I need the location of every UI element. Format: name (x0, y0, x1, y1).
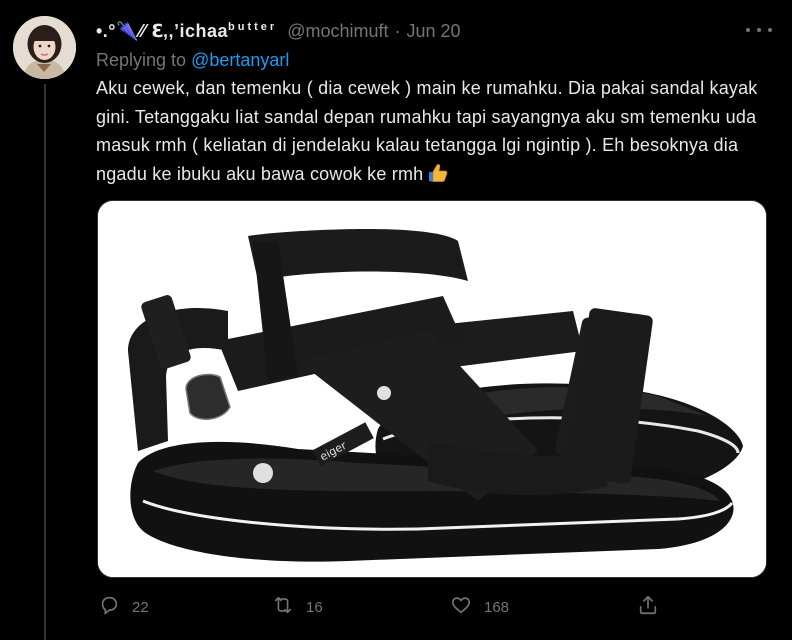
retweet-icon (272, 594, 294, 620)
tweet-actions: 22 16 168 (96, 594, 676, 620)
retweet-button[interactable]: 16 (272, 594, 323, 620)
avatar[interactable] (13, 16, 76, 79)
thread-line (44, 84, 46, 640)
user-handle[interactable]: @mochimuft (287, 21, 388, 42)
replying-to-mention[interactable]: @bertanyarl (191, 50, 289, 70)
sandal-image: eiger (98, 201, 766, 577)
display-name[interactable]: •.°🌂⁄⁄ ℇ,,ʼichaabutter (96, 21, 277, 42)
replying-to-label: Replying to (96, 50, 187, 70)
retweet-count: 16 (306, 598, 323, 616)
tweet-date[interactable]: Jun 20 (406, 21, 460, 42)
separator-dot: · (394, 20, 401, 41)
tweet-header: •.°🌂⁄⁄ ℇ,,ʼichaabutter @mochimuft · Jun … (96, 18, 772, 44)
heart-icon (450, 594, 472, 620)
share-icon (637, 594, 659, 620)
share-button[interactable] (637, 594, 659, 620)
like-button[interactable]: 168 (450, 594, 509, 620)
reply-button[interactable]: 22 (98, 594, 149, 620)
display-name-superscript: butter (228, 20, 278, 33)
reply-icon (98, 594, 120, 620)
tweet-image[interactable]: eiger (97, 200, 767, 578)
tweet-text: Aku cewek, dan temenku ( dia cewek ) mai… (96, 74, 776, 188)
thumbs-up-icon (427, 162, 449, 184)
like-count: 168 (484, 598, 510, 616)
more-options-icon[interactable] (746, 20, 772, 40)
avatar-image (13, 16, 76, 79)
replying-to: Replying to @bertanyarl (96, 50, 289, 71)
reply-count: 22 (132, 598, 149, 616)
